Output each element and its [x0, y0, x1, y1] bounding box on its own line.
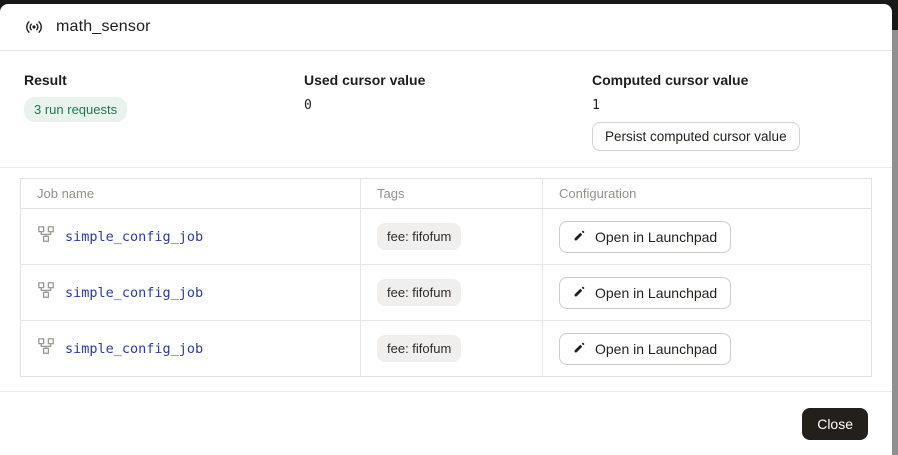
- pencil-icon: [573, 229, 586, 245]
- result-label: Result: [24, 72, 304, 88]
- jobs-table: Job name Tags Configuration: [20, 178, 872, 377]
- tag-pill: fee: fifofum: [377, 279, 461, 306]
- job-icon: [37, 225, 55, 248]
- computed-cursor-value: 1: [592, 98, 868, 113]
- column-header-job-name: Job name: [21, 179, 361, 209]
- pencil-icon: [573, 285, 586, 301]
- used-cursor-column: Used cursor value 0: [304, 72, 592, 167]
- open-in-launchpad-button[interactable]: Open in Launchpad: [559, 277, 731, 309]
- job-icon: [37, 337, 55, 360]
- computed-cursor-column: Computed cursor value 1 Persist computed…: [592, 72, 868, 167]
- column-header-configuration: Configuration: [543, 179, 872, 209]
- tag-pill: fee: fifofum: [377, 223, 461, 250]
- computed-cursor-label: Computed cursor value: [592, 72, 868, 88]
- table-row: simple_config_job fee: fifofum Open in L…: [21, 209, 872, 265]
- run-requests-badge: 3 run requests: [24, 97, 127, 122]
- close-button[interactable]: Close: [802, 408, 868, 440]
- pencil-icon: [573, 341, 586, 357]
- job-name-link[interactable]: simple_config_job: [65, 285, 203, 301]
- dialog-title: math_sensor: [56, 18, 151, 36]
- result-column: Result 3 run requests: [24, 72, 304, 167]
- page-scrollbar[interactable]: [892, 30, 898, 455]
- job-name-link[interactable]: simple_config_job: [65, 341, 203, 357]
- job-icon: [37, 281, 55, 304]
- used-cursor-value: 0: [304, 98, 592, 113]
- dialog-footer: Close: [0, 391, 892, 455]
- dialog-header: math_sensor: [0, 4, 892, 51]
- sensor-dialog: math_sensor Result 3 run requests Used c…: [0, 4, 892, 455]
- table-row: simple_config_job fee: fifofum Open in L…: [21, 265, 872, 321]
- column-header-tags: Tags: [361, 179, 543, 209]
- open-in-launchpad-button[interactable]: Open in Launchpad: [559, 333, 731, 365]
- open-in-launchpad-button[interactable]: Open in Launchpad: [559, 221, 731, 253]
- persist-cursor-button[interactable]: Persist computed cursor value: [592, 122, 800, 151]
- sensor-icon: [24, 17, 44, 37]
- table-row: simple_config_job fee: fifofum Open in L…: [21, 321, 872, 377]
- table-header-row: Job name Tags Configuration: [21, 179, 872, 209]
- tag-pill: fee: fifofum: [377, 335, 461, 362]
- job-name-link[interactable]: simple_config_job: [65, 229, 203, 245]
- summary-section: Result 3 run requests Used cursor value …: [0, 51, 892, 168]
- jobs-table-area: Job name Tags Configuration: [0, 168, 892, 377]
- used-cursor-label: Used cursor value: [304, 72, 592, 88]
